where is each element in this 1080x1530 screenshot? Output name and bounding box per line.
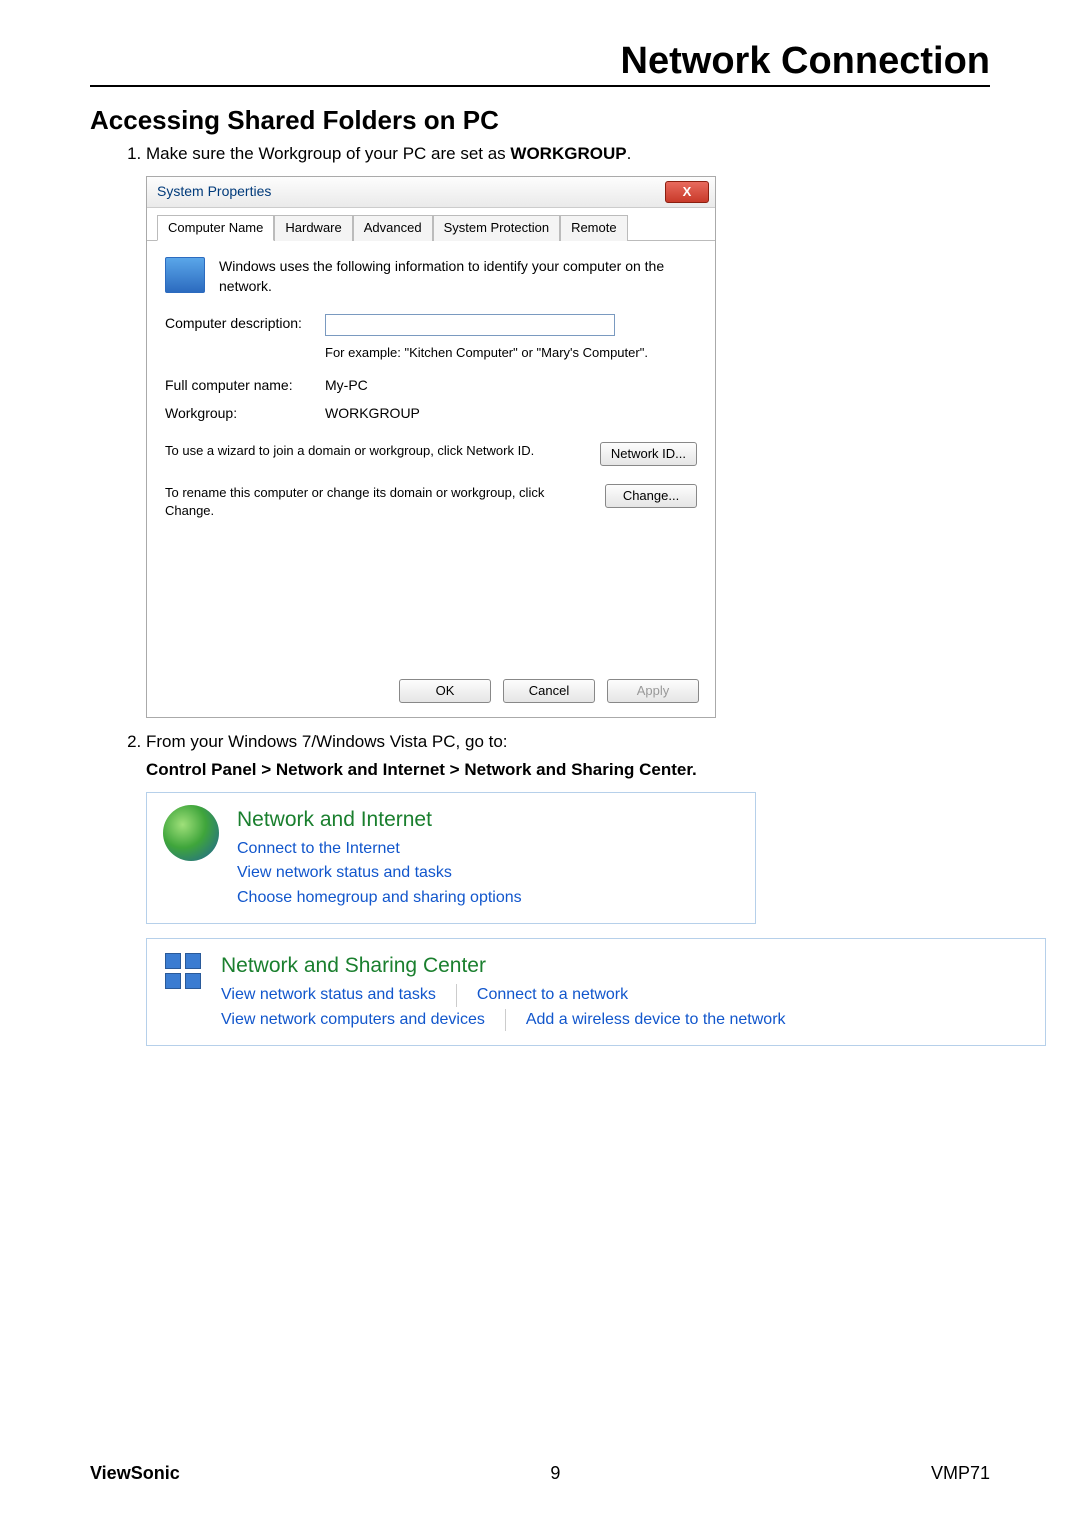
computer-icon bbox=[165, 257, 205, 293]
step1-suffix: . bbox=[627, 144, 632, 163]
ok-button[interactable]: OK bbox=[399, 679, 491, 703]
computer-description-input[interactable] bbox=[325, 314, 615, 336]
chapter-title: Network Connection bbox=[90, 40, 990, 87]
apply-button[interactable]: Apply bbox=[607, 679, 699, 703]
steps-list: Make sure the Workgroup of your PC are s… bbox=[146, 142, 990, 1046]
tab-computer-name[interactable]: Computer Name bbox=[157, 215, 274, 241]
globe-network-icon bbox=[163, 805, 219, 861]
section-title: Accessing Shared Folders on PC bbox=[90, 105, 990, 136]
tab-hardware[interactable]: Hardware bbox=[274, 215, 352, 241]
step1-prefix: Make sure the Workgroup of your PC are s… bbox=[146, 144, 510, 163]
workgroup-label: Workgroup: bbox=[165, 404, 325, 424]
step-1: Make sure the Workgroup of your PC are s… bbox=[146, 142, 990, 718]
footer-page-number: 9 bbox=[550, 1463, 560, 1484]
network-id-text: To use a wizard to join a domain or work… bbox=[165, 442, 580, 460]
workgroup-value: WORKGROUP bbox=[325, 404, 420, 424]
dialog-titlebar: System Properties X bbox=[147, 177, 715, 208]
close-button[interactable]: X bbox=[665, 181, 709, 203]
system-properties-dialog: System Properties X Computer Name Hardwa… bbox=[146, 176, 716, 718]
network-sharing-heading[interactable]: Network and Sharing Center bbox=[221, 951, 1029, 980]
step1-bold: WORKGROUP bbox=[510, 144, 626, 163]
view-network-status-link[interactable]: View network status and tasks bbox=[237, 862, 522, 884]
cancel-button[interactable]: Cancel bbox=[503, 679, 595, 703]
step-2: From your Windows 7/Windows Vista PC, go… bbox=[146, 730, 990, 1046]
step2-text: From your Windows 7/Windows Vista PC, go… bbox=[146, 732, 508, 751]
connect-to-internet-link[interactable]: Connect to the Internet bbox=[237, 838, 522, 860]
network-sharing-center-panel: Network and Sharing Center View network … bbox=[146, 938, 1046, 1046]
network-id-button[interactable]: Network ID... bbox=[600, 442, 697, 466]
computer-description-label: Computer description: bbox=[165, 314, 325, 334]
tab-advanced[interactable]: Advanced bbox=[353, 215, 433, 241]
network-sharing-icon bbox=[163, 951, 203, 991]
navigation-path-suffix: . bbox=[692, 760, 697, 779]
tab-system-protection[interactable]: System Protection bbox=[433, 215, 561, 241]
change-text: To rename this computer or change its do… bbox=[165, 484, 585, 520]
view-status-tasks-link[interactable]: View network status and tasks bbox=[221, 984, 457, 1006]
computer-description-hint: For example: "Kitchen Computer" or "Mary… bbox=[325, 344, 697, 362]
dialog-body: Windows uses the following information t… bbox=[147, 241, 715, 538]
change-button[interactable]: Change... bbox=[605, 484, 697, 508]
dialog-button-row: OK Cancel Apply bbox=[147, 668, 715, 717]
navigation-path: Control Panel > Network and Internet > N… bbox=[146, 760, 692, 779]
add-wireless-device-link[interactable]: Add a wireless device to the network bbox=[526, 1009, 786, 1031]
footer-model: VMP71 bbox=[931, 1463, 990, 1484]
view-network-computers-link[interactable]: View network computers and devices bbox=[221, 1009, 506, 1031]
tab-remote[interactable]: Remote bbox=[560, 215, 628, 241]
connect-to-network-link[interactable]: Connect to a network bbox=[477, 984, 628, 1006]
full-computer-name-label: Full computer name: bbox=[165, 376, 325, 396]
dialog-tabs: Computer Name Hardware Advanced System P… bbox=[147, 208, 715, 241]
choose-homegroup-link[interactable]: Choose homegroup and sharing options bbox=[237, 887, 522, 909]
network-and-internet-heading[interactable]: Network and Internet bbox=[237, 805, 522, 834]
dialog-intro-text: Windows uses the following information t… bbox=[219, 257, 697, 296]
page-footer: ViewSonic 9 VMP71 bbox=[90, 1463, 990, 1484]
full-computer-name-value: My-PC bbox=[325, 376, 368, 396]
dialog-title: System Properties bbox=[157, 182, 271, 202]
network-and-internet-panel: Network and Internet Connect to the Inte… bbox=[146, 792, 756, 925]
footer-brand: ViewSonic bbox=[90, 1463, 180, 1484]
